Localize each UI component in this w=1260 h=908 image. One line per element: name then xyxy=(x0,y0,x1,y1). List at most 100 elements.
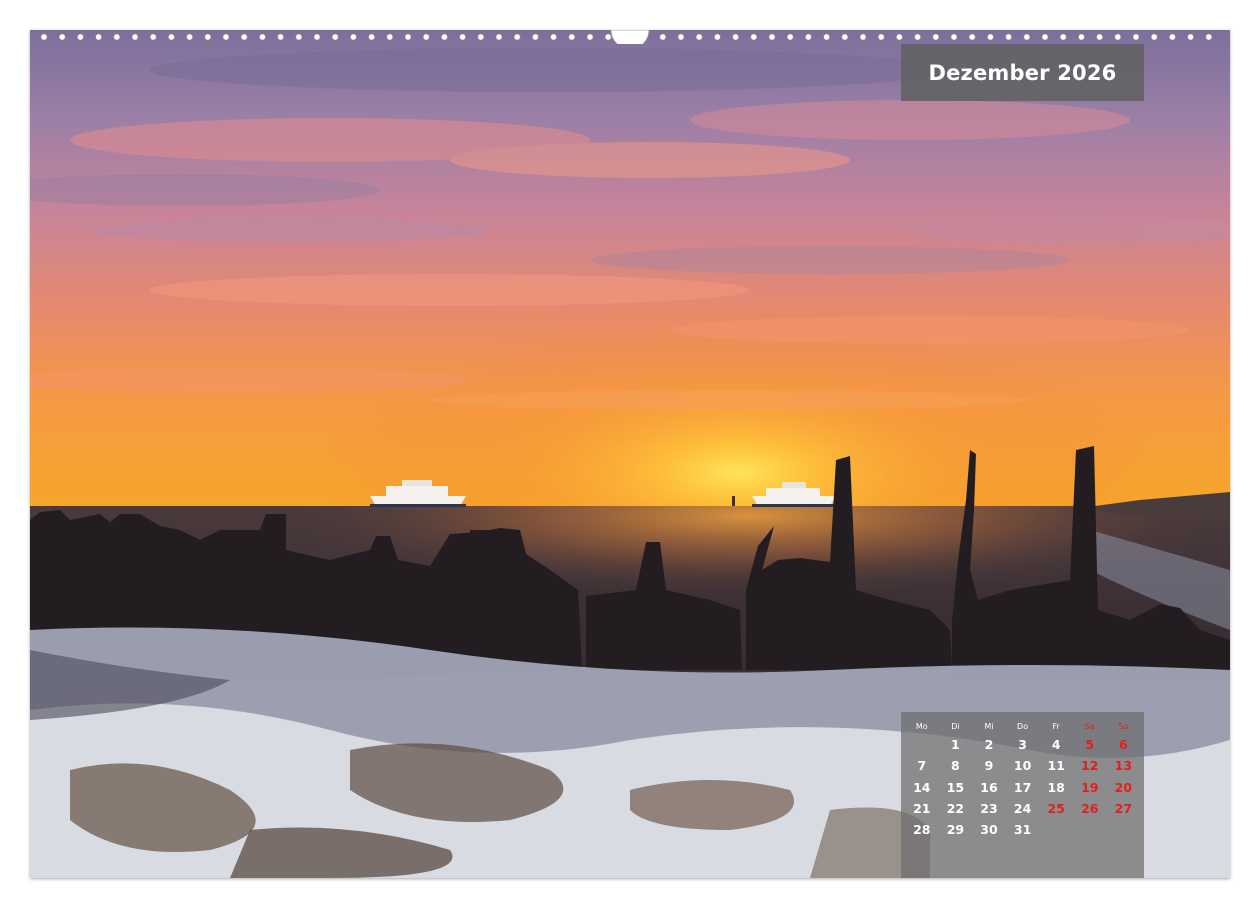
binding-hole xyxy=(204,33,212,41)
binding-hole xyxy=(95,33,102,41)
binding-hole xyxy=(859,33,867,41)
binding-hole xyxy=(841,33,849,41)
day-cell: 3 xyxy=(1018,737,1027,753)
binding-hole xyxy=(1023,33,1031,41)
weekday-label: Do xyxy=(1017,721,1029,731)
binding-hole xyxy=(277,33,284,41)
day-cell: 18 xyxy=(1047,779,1065,795)
binding-hole xyxy=(805,33,812,41)
week-row: 14 15 16 17 18 19 20 xyxy=(905,777,1141,798)
day-cell: 2 xyxy=(984,737,994,753)
binding-hole xyxy=(149,33,157,41)
day-cell: 28 xyxy=(913,822,931,838)
binding-hole xyxy=(1132,33,1140,41)
binding-hole xyxy=(877,33,885,41)
weekday-label: Mi xyxy=(984,721,994,731)
binding-hole xyxy=(586,33,594,41)
day-cell: 1 xyxy=(951,737,960,753)
binding-hole xyxy=(40,33,48,41)
binding-hole xyxy=(550,33,557,41)
weekday-label: Fr xyxy=(1052,721,1060,731)
day-cell-weekend: 12 xyxy=(1081,758,1099,774)
binding-hole xyxy=(240,33,248,41)
day-cell-holiday: 25 xyxy=(1047,801,1065,817)
day-cell-weekend: 20 xyxy=(1114,779,1133,795)
calendar-page: Dezember 2026 Mo Di Mi Do Fr Sa So 1 2 3… xyxy=(0,0,1260,908)
binding-hole xyxy=(1059,33,1067,41)
binding-hole xyxy=(113,33,121,41)
binding-hole xyxy=(168,33,175,41)
calendar-grid-box: Mo Di Mi Do Fr Sa So 1 2 3 4 5 6 7 8 9 1… xyxy=(901,712,1144,878)
binding-hole xyxy=(968,33,976,41)
month-title: Dezember 2026 xyxy=(928,60,1117,85)
weekday-header-row: Mo Di Mi Do Fr Sa So xyxy=(905,718,1141,734)
binding-hole xyxy=(532,33,539,41)
binding-hole xyxy=(823,33,830,41)
week-row: 21 22 23 24 25 26 27 xyxy=(905,798,1141,819)
week-row: 28 29 30 31 xyxy=(905,819,1141,840)
week-row: 1 2 3 4 5 6 xyxy=(905,734,1141,755)
day-cell: 14 xyxy=(913,779,931,795)
binding-hole xyxy=(422,33,430,41)
binding-hole xyxy=(659,33,667,41)
binding-hole xyxy=(77,33,84,41)
binding-hole xyxy=(1187,33,1194,41)
binding-hole xyxy=(513,33,521,41)
binding-hole xyxy=(495,33,503,41)
binding-hole xyxy=(677,33,685,41)
day-cell-weekend: 6 xyxy=(1119,737,1128,753)
binding-hole xyxy=(1114,33,1122,41)
day-cell-weekend: 5 xyxy=(1085,737,1095,753)
binding-hole xyxy=(1078,33,1085,41)
binding-hole xyxy=(568,33,576,41)
weekday-label: Di xyxy=(951,721,960,731)
binding-hole xyxy=(695,33,703,41)
weekday-label-sunday: So xyxy=(1118,721,1129,731)
binding-hole xyxy=(1096,33,1103,41)
day-cell: 8 xyxy=(951,758,960,774)
day-cell: 29 xyxy=(946,822,965,838)
day-cell: 31 xyxy=(1013,822,1032,838)
binding-hole xyxy=(714,33,721,41)
day-cell: 16 xyxy=(980,779,998,795)
binding-hole xyxy=(295,33,303,41)
binding-hole xyxy=(1205,33,1213,41)
day-cell: 17 xyxy=(1013,779,1032,795)
weekday-label: Mo xyxy=(915,721,928,731)
binding-hole xyxy=(932,33,940,41)
binding-hole xyxy=(1005,33,1012,41)
binding-hole xyxy=(259,33,266,41)
week-row: 7 8 9 10 11 12 13 xyxy=(905,755,1141,776)
binding-hole xyxy=(186,33,193,41)
day-cell: 22 xyxy=(946,801,965,817)
binding-hole xyxy=(604,33,612,41)
binding-hole xyxy=(58,33,66,41)
weekday-label-saturday: Sa xyxy=(1084,721,1095,731)
day-cell: 23 xyxy=(980,801,998,817)
binding-hole xyxy=(950,33,958,41)
day-cell: 9 xyxy=(984,758,994,774)
day-cell-weekend: 19 xyxy=(1081,779,1099,795)
day-cell-weekend: 26 xyxy=(1081,801,1099,817)
binding-hole xyxy=(732,33,739,41)
binding-hole xyxy=(368,33,375,41)
binding-hole xyxy=(896,33,903,41)
spiral-binding xyxy=(40,30,1213,44)
day-cell: 11 xyxy=(1047,758,1065,774)
binding-hole xyxy=(441,33,448,41)
binding-hole xyxy=(131,33,139,41)
month-title-box: Dezember 2026 xyxy=(901,44,1144,101)
binding-hole xyxy=(459,33,466,41)
day-cell: 4 xyxy=(1051,737,1061,753)
binding-hole xyxy=(914,33,921,41)
day-cell: 15 xyxy=(946,779,965,795)
binding-hole xyxy=(1169,33,1176,41)
binding-hole xyxy=(222,33,230,41)
binding-hole xyxy=(987,33,994,41)
day-cell: 10 xyxy=(1013,758,1032,774)
day-cell: 7 xyxy=(917,758,927,774)
day-cell: 24 xyxy=(1013,801,1032,817)
binding-hole xyxy=(768,33,776,41)
binding-hole xyxy=(786,33,794,41)
hanging-hook-notch xyxy=(610,30,650,44)
